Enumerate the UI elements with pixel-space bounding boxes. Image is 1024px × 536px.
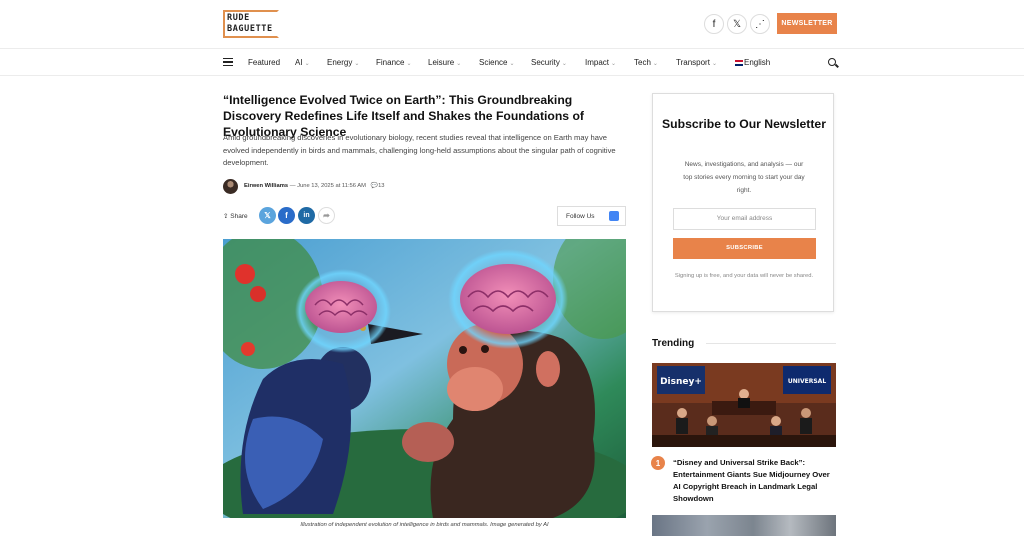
author-avatar[interactable] xyxy=(223,179,238,194)
article-excerpt: Amid groundbreaking discoveries in evolu… xyxy=(223,133,616,167)
author-name[interactable]: Eirwen Williams xyxy=(244,183,288,189)
nav-item-tech[interactable]: Tech ⌄ xyxy=(634,58,658,67)
uk-flag-icon xyxy=(735,59,743,66)
chevron-down-icon: ⌄ xyxy=(509,61,515,67)
site-header: RUDE BAGUETTE f 𝕏 ⋰ NEWSLETTER xyxy=(0,0,1024,49)
trending-article-link[interactable]: “Disney and Universal Strike Back”: Ente… xyxy=(673,457,839,505)
hero-illustration xyxy=(223,239,626,518)
share-text: Share xyxy=(230,213,248,220)
facebook-icon[interactable]: f xyxy=(704,14,724,34)
nav-label: Leisure xyxy=(428,58,455,67)
nav-label: Featured xyxy=(248,58,281,67)
chevron-down-icon: ⌄ xyxy=(611,61,617,67)
image-caption: Illustration of independent evolution of… xyxy=(300,522,549,528)
google-news-icon xyxy=(609,211,619,221)
newsletter-button[interactable]: NEWSLETTER xyxy=(777,13,837,34)
logo-line-2: BAGUETTE xyxy=(227,24,273,34)
hamburger-menu-icon[interactable] xyxy=(223,58,233,66)
share-label: ⇪ Share xyxy=(223,212,248,220)
nav-label: Science xyxy=(479,58,508,67)
chevron-down-icon: ⌄ xyxy=(304,61,310,67)
chevron-down-icon: ⌄ xyxy=(354,61,360,67)
chevron-down-icon: ⌄ xyxy=(711,61,717,67)
logo-line-1: RUDE xyxy=(227,13,250,23)
courtroom-illustration: Disney+ UNIVERSAL xyxy=(652,363,836,447)
chevron-down-icon: ⌄ xyxy=(652,61,658,67)
comment-count[interactable]: 13 xyxy=(378,183,384,189)
main-nav: Featured AI ⌄ Energy ⌄ Finance ⌄ Leisure ⌄ S… xyxy=(0,50,1024,76)
rss-icon[interactable]: ⋰ xyxy=(750,14,770,34)
article-meta: Eirwen Williams — June 13, 2025 at 11:56… xyxy=(244,183,385,189)
newsletter-signup-box: Subscribe to Our Newsletter News, invest… xyxy=(652,93,834,312)
share-facebook-button[interactable]: f xyxy=(278,207,295,224)
nav-label: Tech xyxy=(634,58,651,67)
trending-heading: Trending xyxy=(652,338,695,349)
facebook-icon: f xyxy=(285,211,288,220)
trending-image[interactable]: Disney+ UNIVERSAL xyxy=(652,363,836,447)
language-selector[interactable]: English xyxy=(735,58,770,67)
nav-label: Security xyxy=(531,58,560,67)
nav-item-security[interactable]: Security ⌄ xyxy=(531,58,567,67)
article-date: — June 13, 2025 at 11:56 AM xyxy=(289,183,366,189)
trending-rank-badge: 1 xyxy=(651,456,665,470)
nav-label: Energy xyxy=(327,58,353,67)
nav-label: Impact xyxy=(585,58,610,67)
email-field[interactable]: Your email address xyxy=(673,208,816,230)
site-logo[interactable]: RUDE BAGUETTE xyxy=(223,10,279,38)
share-icon: ⇪ xyxy=(223,213,229,220)
follow-label: Follow Us xyxy=(566,212,595,220)
article-hero-image xyxy=(223,239,626,518)
nav-item-science[interactable]: Science ⌄ xyxy=(479,58,515,67)
nav-item-impact[interactable]: Impact ⌄ xyxy=(585,58,616,67)
nav-item-energy[interactable]: Energy ⌄ xyxy=(327,58,359,67)
comment-icon[interactable]: 💬 xyxy=(371,183,378,189)
linkedin-icon: in xyxy=(303,212,310,219)
trending-divider xyxy=(706,343,836,344)
chevron-down-icon: ⌄ xyxy=(456,61,462,67)
universal-logo: UNIVERSAL xyxy=(788,378,826,385)
nav-item-featured[interactable]: Featured xyxy=(248,58,280,67)
forward-arrow-icon: ➦ xyxy=(323,211,330,220)
nav-label: Finance xyxy=(376,58,405,67)
nav-label: Transport xyxy=(676,58,710,67)
nav-item-finance[interactable]: Finance ⌄ xyxy=(376,58,412,67)
nav-item-leisure[interactable]: Leisure ⌄ xyxy=(428,58,461,67)
x-icon: 𝕏 xyxy=(264,211,271,220)
trending-image-2[interactable] xyxy=(652,515,836,536)
search-icon[interactable] xyxy=(828,58,836,66)
subscribe-button[interactable]: SUBSCRIBE xyxy=(673,238,816,259)
chevron-down-icon: ⌄ xyxy=(561,61,567,67)
follow-us-button[interactable]: Follow Us xyxy=(557,206,626,226)
x-icon[interactable]: 𝕏 xyxy=(727,14,747,34)
subscribe-description: News, investigations, and analysis — our… xyxy=(683,161,805,194)
chevron-down-icon: ⌄ xyxy=(406,61,412,67)
nav-label: AI xyxy=(295,58,303,67)
nav-item-ai[interactable]: AI ⌄ xyxy=(295,58,310,67)
disney-logo: Disney+ xyxy=(660,377,702,387)
share-x-button[interactable]: 𝕏 xyxy=(259,207,276,224)
share-more-button[interactable]: ➦ xyxy=(318,207,335,224)
subscribe-title: Subscribe to Our Newsletter xyxy=(662,117,826,131)
share-linkedin-button[interactable]: in xyxy=(298,207,315,224)
nav-item-transport[interactable]: Transport ⌄ xyxy=(676,58,717,67)
language-label: English xyxy=(744,58,771,67)
subscribe-note: Signing up is free, and your data will n… xyxy=(674,273,814,279)
